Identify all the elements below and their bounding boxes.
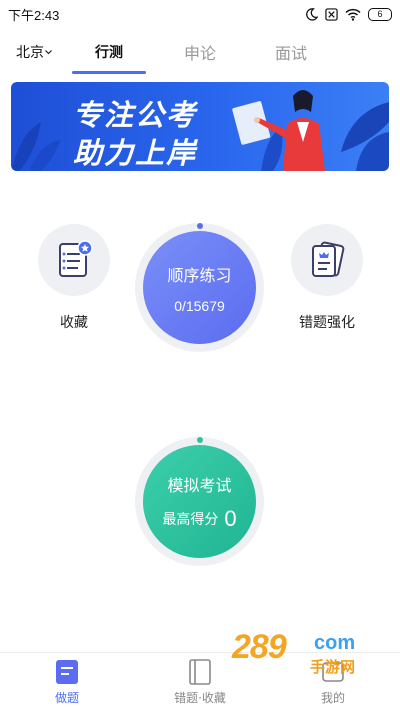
battery-icon: 6: [368, 7, 392, 21]
watermark-logo: 289 com 手游网: [232, 628, 382, 676]
wifi-icon: [345, 8, 361, 21]
practice-title: 顺序练习: [167, 265, 232, 285]
banner-line-2: 助力上岸: [73, 136, 198, 170]
sim-off-icon: [325, 7, 338, 21]
watermark-number: 289: [232, 628, 287, 666]
banner-line-1: 专注公考: [73, 98, 198, 132]
bottom-nav-practice-label: 做题: [54, 691, 79, 705]
status-bar: 下午2:43 6: [0, 0, 400, 28]
practice-progress-dot: [197, 223, 203, 229]
top-nav: 北京 行测 申论 面试: [0, 30, 400, 74]
wrong-questions-button[interactable]: [291, 224, 363, 296]
tab-xingce[interactable]: 行测: [72, 42, 146, 62]
mock-exam-title: 模拟考试: [167, 475, 232, 495]
exam-progress-dot: [197, 437, 203, 443]
status-time: 下午2:43: [8, 7, 60, 23]
sequential-practice-button[interactable]: 顺序练习 0/15679: [143, 231, 256, 344]
best-score-row: 最高得分 0: [162, 506, 236, 532]
city-label: 北京: [16, 44, 44, 60]
city-selector[interactable]: 北京: [16, 42, 52, 62]
watermark-suffix: com: [314, 632, 356, 654]
favorites-button[interactable]: [38, 224, 110, 296]
favorites-label: 收藏: [60, 315, 88, 331]
banner-illustration: [11, 90, 389, 171]
bottom-nav-profile-label: 我的: [320, 691, 345, 705]
cards-icon: [312, 241, 345, 277]
practice-progress: 0/15679: [174, 297, 225, 314]
tab-mianshi[interactable]: 面试: [254, 40, 328, 64]
doc-icon: [56, 660, 78, 684]
clipboard-star-icon: [59, 240, 93, 277]
bottom-nav-wrong-fav-label: 错题·收藏: [174, 691, 226, 705]
best-score-label: 最高得分: [162, 511, 219, 528]
moon-icon: [305, 7, 318, 21]
status-icons: 6: [305, 7, 392, 21]
book-icon: [189, 659, 211, 685]
best-score-value: 0: [224, 505, 237, 531]
active-tab-indicator: [72, 71, 146, 74]
sequential-practice-ring: 顺序练习 0/15679: [135, 223, 264, 352]
mock-exam-ring: 模拟考试 最高得分 0: [135, 437, 264, 566]
wrong-questions-label: 错题强化: [299, 315, 355, 331]
chevron-down-icon: [45, 48, 52, 57]
watermark-sub: 手游网: [310, 658, 356, 676]
bottom-nav-practice[interactable]: 做题: [17, 659, 117, 706]
mock-exam-button[interactable]: 模拟考试 最高得分 0: [143, 445, 256, 558]
tab-shenlun[interactable]: 申论: [163, 40, 237, 64]
promo-banner[interactable]: 专注公考 助力上岸: [11, 82, 389, 171]
